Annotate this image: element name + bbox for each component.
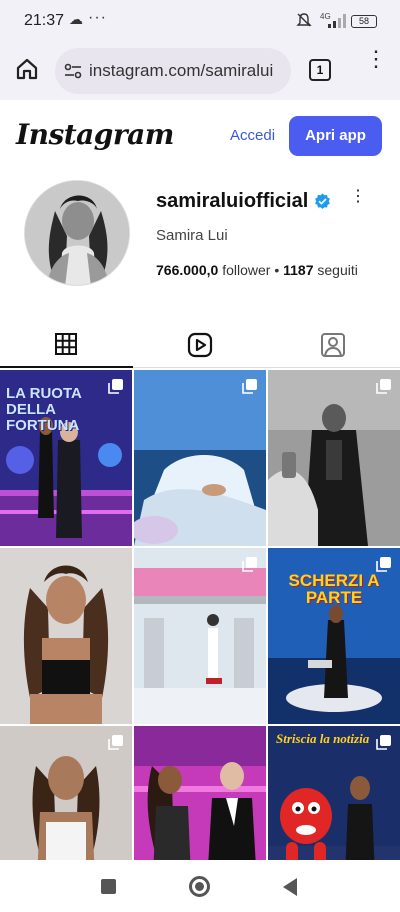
cloud-icon: ☁ [69,11,83,27]
post-thumbnail[interactable] [0,726,132,860]
verified-badge-icon [315,193,331,209]
tab-posts[interactable] [0,322,133,368]
battery-indicator: 58 [351,15,377,28]
home-nav-icon[interactable] [189,876,210,897]
instagram-header: Instagram Accedi Apri app [0,100,400,170]
grid-icon [55,333,77,355]
post-thumbnail[interactable] [134,726,266,860]
multiple-images-icon [242,379,257,394]
stats-separator: • [274,262,280,278]
multiple-images-icon [242,557,257,572]
multiple-images-icon [108,735,123,750]
post-thumbnail[interactable]: SCHERZI A PARTE [268,548,400,724]
status-bar: 21:37 ☁ ··· 4G 58 [0,0,400,42]
post-thumbnail[interactable] [134,548,266,724]
mute-icon [296,13,312,27]
post-title: SCHERZI A PARTE [288,571,380,607]
multiple-images-icon [376,379,391,394]
reels-icon [187,332,213,358]
tab-switcher-button[interactable]: 1 [309,59,331,81]
profile-tabs [0,322,400,368]
multiple-images-icon [376,557,391,572]
post-thumbnail[interactable] [0,548,132,724]
profile-avatar[interactable] [24,180,130,286]
back-icon[interactable] [283,878,297,896]
instagram-logo[interactable]: Instagram [16,118,174,151]
profile-full-name: Samira Lui [156,227,228,244]
signal-icon [328,14,346,28]
clock: 21:37 [24,12,65,29]
home-icon[interactable] [14,56,40,82]
post-thumbnail[interactable]: Striscia la notizia [268,726,400,860]
profile-username: samiraluiofficial [156,190,309,212]
username-row: samiraluiofficial [156,190,331,214]
system-navigation-bar [0,860,400,912]
open-app-button[interactable]: Apri app [289,116,382,156]
url-text: instagram.com/samiralui [89,61,274,80]
post-thumbnail[interactable] [134,370,266,546]
post-thumbnail[interactable] [268,370,400,546]
following-label[interactable]: seguiti [317,262,357,278]
profile-options-icon[interactable]: ⋮ [350,189,366,212]
followers-count[interactable]: 766.000,0 [156,262,218,278]
tab-reels[interactable] [133,322,266,368]
multiple-images-icon [108,379,123,394]
address-bar[interactable]: instagram.com/samiralui [55,48,291,94]
browser-toolbar: instagram.com/samiralui 1 ⋮ [0,42,400,100]
tagged-icon [321,333,345,357]
recent-apps-icon[interactable] [101,879,116,894]
login-link[interactable]: Accedi [230,127,275,144]
multiple-images-icon [376,735,391,750]
tab-tagged[interactable] [266,322,399,368]
site-settings-icon[interactable] [63,61,83,81]
post-thumbnail[interactable]: LA RUOTA DELLA FORTUNA [0,370,132,546]
posts-grid: LA RUOTA DELLA FORTUNA SCHERZI A PARTE S… [0,370,400,860]
following-count[interactable]: 1187 [283,262,313,278]
more-notifications-icon: ··· [88,9,107,26]
followers-label[interactable]: follower [222,262,270,278]
profile-stats: 766.000,0 follower • 1187 seguiti [156,262,358,278]
browser-menu-icon[interactable]: ⋮ [365,48,387,86]
